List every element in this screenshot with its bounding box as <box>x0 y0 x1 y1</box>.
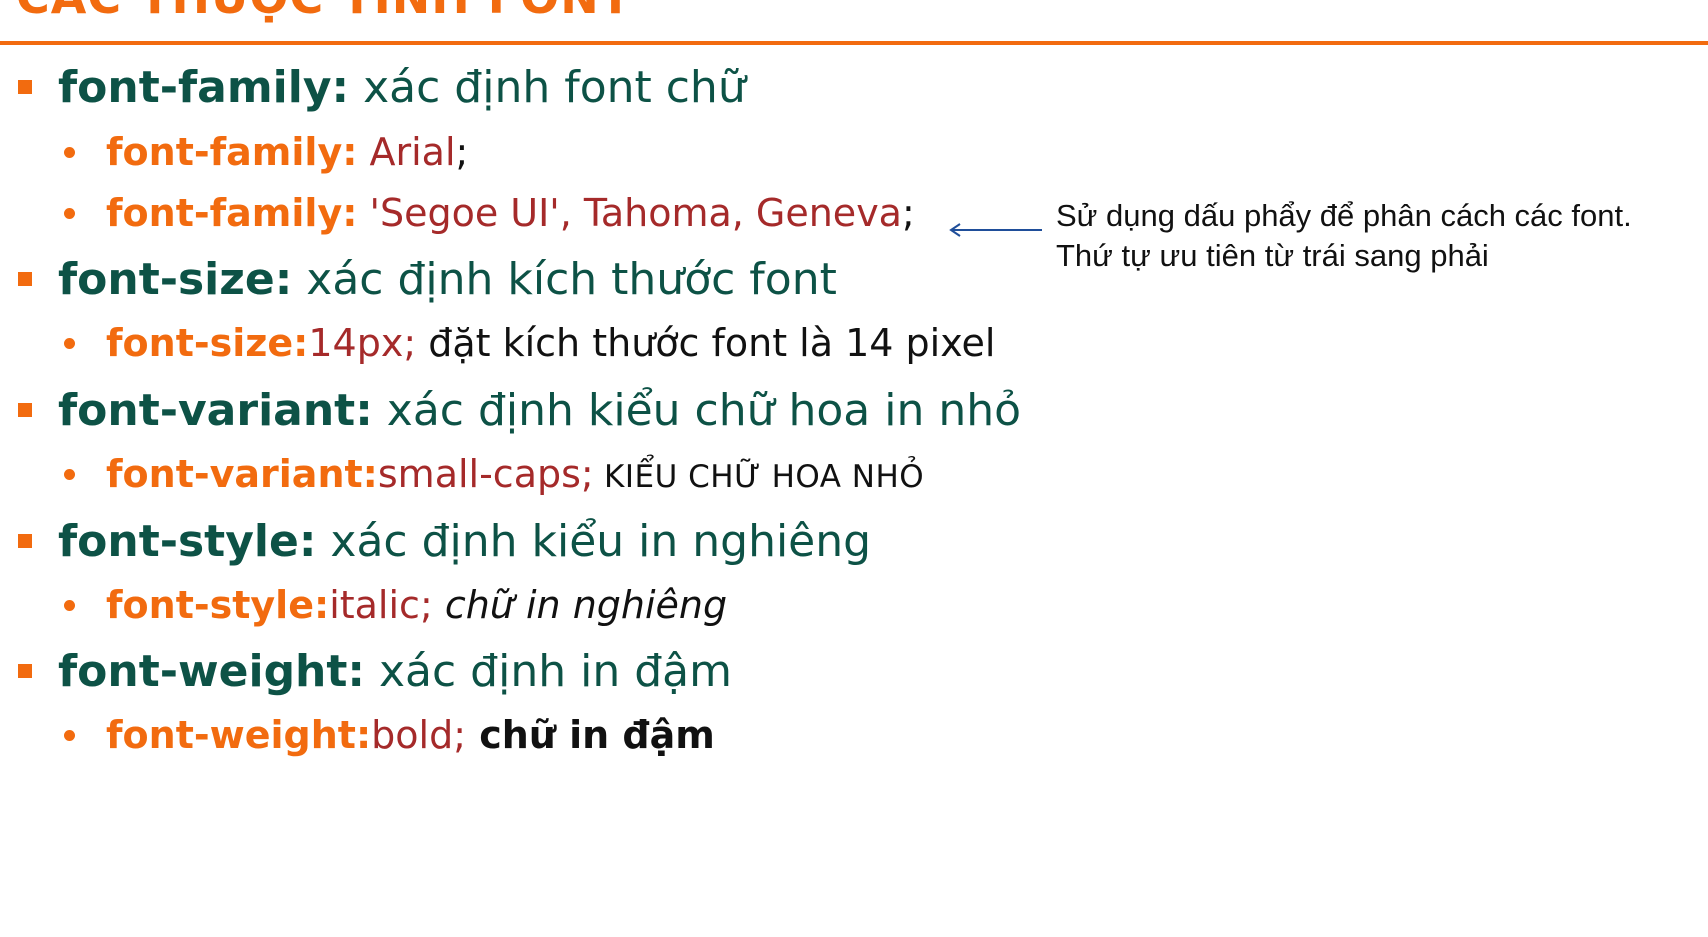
round-bullet-icon <box>64 147 75 158</box>
example-font-variant: font-variant:small-caps; KIỂU CHỮ HOA NH… <box>64 450 925 501</box>
square-bullet-icon <box>18 80 32 94</box>
example-sample-text: chữ in nghiêng <box>432 583 728 627</box>
example-sample-text: KIỂU CHỮ HOA NHỎ <box>593 459 925 495</box>
title-divider <box>0 41 1708 45</box>
property-description: xác định font chữ <box>349 62 746 113</box>
example-property: font-size: <box>106 321 309 365</box>
annotation-line-1: Sử dụng dấu phẩy để phân cách các font. <box>1056 198 1632 233</box>
square-bullet-icon <box>18 272 32 286</box>
bullet-font-family: font-family: xác định font chữ <box>18 60 746 116</box>
round-bullet-icon <box>64 469 75 480</box>
property-description: xác định in đậm <box>365 646 732 697</box>
example-value: 'Segoe UI', Tahoma, Geneva <box>357 191 902 235</box>
property-name: font-size: <box>58 254 293 305</box>
example-property: font-family: <box>106 130 358 174</box>
example-value: Arial <box>357 130 456 174</box>
property-name: font-variant: <box>58 385 373 436</box>
annotation-line-2: Thứ tự ưu tiên từ trái sang phải <box>1056 238 1489 273</box>
square-bullet-icon <box>18 664 32 678</box>
round-bullet-icon <box>64 338 75 349</box>
example-property: font-family: <box>106 191 358 235</box>
example-font-size: font-size:14px; đặt kích thước font là 1… <box>64 319 996 367</box>
left-arrow-icon <box>949 223 1042 237</box>
example-value: small-caps; <box>377 452 594 496</box>
property-description: xác định kích thước font <box>292 254 837 305</box>
example-font-family-arial: font-family: Arial; <box>64 128 469 176</box>
example-semicolon: ; <box>455 130 469 174</box>
example-property: font-style: <box>106 583 330 627</box>
property-description: xác định kiểu chữ hoa in nhỏ <box>372 385 1022 436</box>
example-font-weight: font-weight:bold; chữ in đậm <box>64 711 715 759</box>
example-font-style: font-style:italic; chữ in nghiêng <box>64 581 728 629</box>
bullet-font-size: font-size: xác định kích thước font <box>18 252 837 308</box>
example-value: italic; <box>329 583 433 627</box>
example-sample-text: chữ in đậm <box>466 713 715 757</box>
square-bullet-icon <box>18 403 32 417</box>
bullet-font-style: font-style: xác định kiểu in nghiêng <box>18 514 872 570</box>
property-name: font-style: <box>58 516 317 567</box>
example-property: font-variant: <box>106 452 378 496</box>
bullet-font-weight: font-weight: xác định in đậm <box>18 644 732 700</box>
example-font-family-list: font-family: 'Segoe UI', Tahoma, Geneva; <box>64 189 915 237</box>
round-bullet-icon <box>64 208 75 219</box>
example-value: 14px; <box>308 321 417 365</box>
property-description: xác định kiểu in nghiêng <box>316 516 872 567</box>
round-bullet-icon <box>64 600 75 611</box>
annotation-note: Sử dụng dấu phẩy để phân cách các font. … <box>1056 196 1632 276</box>
bullet-font-variant: font-variant: xác định kiểu chữ hoa in n… <box>18 383 1022 439</box>
example-value: bold; <box>371 713 467 757</box>
slide-title: CÁC THUỘC TÍNH FONT <box>16 0 632 24</box>
square-bullet-icon <box>18 534 32 548</box>
property-name: font-family: <box>58 62 350 113</box>
example-sample-text: đặt kích thước font là 14 pixel <box>416 321 996 365</box>
round-bullet-icon <box>64 730 75 741</box>
property-name: font-weight: <box>58 646 366 697</box>
example-semicolon: ; <box>901 191 915 235</box>
example-property: font-weight: <box>106 713 372 757</box>
